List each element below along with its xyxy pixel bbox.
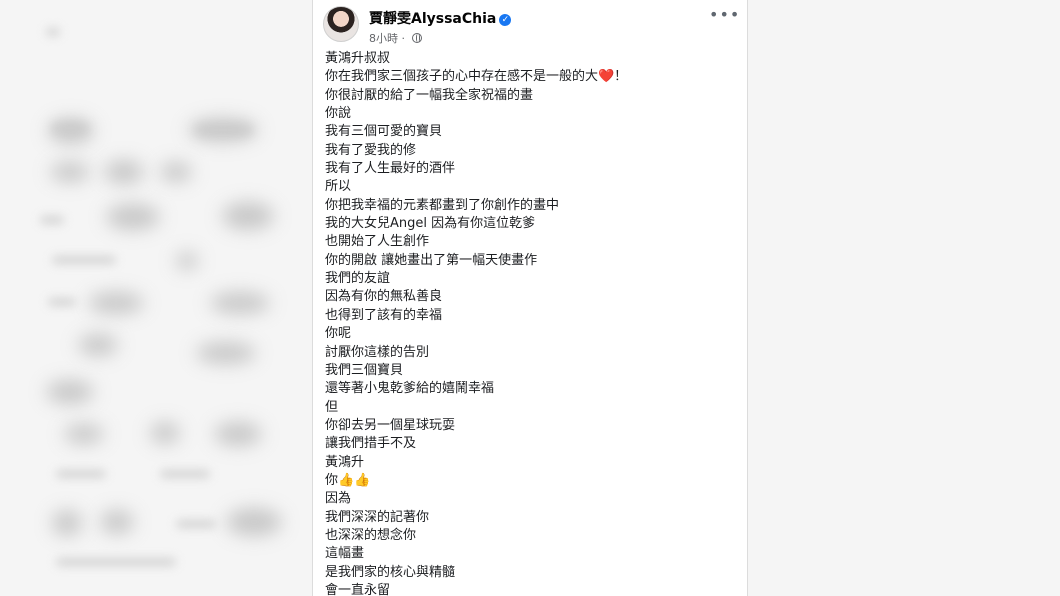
author-name[interactable]: 賈靜雯AlyssaChia ✓ [369, 8, 512, 28]
post-text-line: 討厭你這樣的告別 [325, 344, 430, 360]
facebook-post: 賈靜雯AlyssaChia ✓ 8小時 · ••• 黃鴻升叔叔你在我們家三個孩子的… [312, 0, 748, 596]
post-header: 賈靜雯AlyssaChia ✓ 8小時 · ••• [323, 4, 741, 46]
post-text-line: 但 [325, 399, 339, 415]
post-text-line: 你👍👍 [325, 472, 371, 488]
post-text-line: 黃鴻升 [325, 454, 365, 470]
post-text-line: 所以 [325, 179, 352, 195]
post-text-line: 也得到了該有的幸福 [325, 307, 443, 323]
post-meta: 8小時 · [369, 30, 422, 46]
post-text-line: 你把我幸福的元素都畫到了你創作的畫中 [325, 197, 560, 213]
post-text-line: 我們深深的記著你 [325, 509, 430, 525]
post-text-line: 也深深的想念你 [325, 527, 417, 543]
post-text-line: 也開始了人生創作 [325, 234, 430, 250]
globe-icon[interactable] [411, 33, 422, 43]
post-text-line: 我有三個可愛的寶貝 [325, 124, 443, 140]
post-text-line: 因為 [325, 491, 352, 507]
post-text-line: 還等著小鬼乾爹給的嬉鬧幸福 [325, 381, 495, 397]
post-text-line: 我們三個寶貝 [325, 362, 404, 378]
post-time[interactable]: 8小時 [369, 32, 398, 45]
avatar[interactable] [323, 6, 359, 42]
post-text-line: 我有了人生最好的酒伴 [325, 161, 456, 177]
post-text-line: 讓我們措手不及 [325, 436, 417, 452]
post-text-line: 你卻去另一個星球玩耍 [325, 417, 456, 433]
post-text-line: 我們的友誼 [325, 271, 391, 287]
blurred-feed-left [0, 0, 312, 596]
post-text-line: 你說 [325, 106, 352, 122]
post-text-line: 我的大女兒Angel 因為有你這位乾爹 [325, 216, 536, 232]
post-text-line: 這幅畫 [325, 546, 365, 562]
blurred-feed-right [748, 0, 1060, 596]
post-text-line: 因為有你的無私善良 [325, 289, 443, 305]
post-text-line: 你的開啟 讓她畫出了第一幅天使畫作 [325, 252, 538, 268]
post-text-line: 黃鴻升叔叔 [325, 51, 391, 66]
post-text-line: 你很討厭的給了一幅我全家祝福的畫 [325, 87, 534, 103]
post-body: 黃鴻升叔叔你在我們家三個孩子的心中存在感不是一般的大❤️！ 你很討厭的給了一幅我全… [325, 50, 737, 596]
meta-separator: · [401, 32, 406, 45]
post-text-line: 是我們家的核心與精髓 [325, 564, 456, 580]
post-text-line: 會一直永留 [325, 582, 391, 596]
post-text-line: 你在我們家三個孩子的心中存在感不是一般的大❤️！ [325, 69, 628, 85]
post-text-line: 我有了愛我的修 [325, 142, 417, 158]
author-name-text[interactable]: 賈靜雯AlyssaChia [369, 11, 496, 27]
verified-icon: ✓ [499, 14, 512, 26]
more-options-button[interactable]: ••• [709, 4, 739, 28]
post-text-line: 你呢 [325, 326, 352, 342]
